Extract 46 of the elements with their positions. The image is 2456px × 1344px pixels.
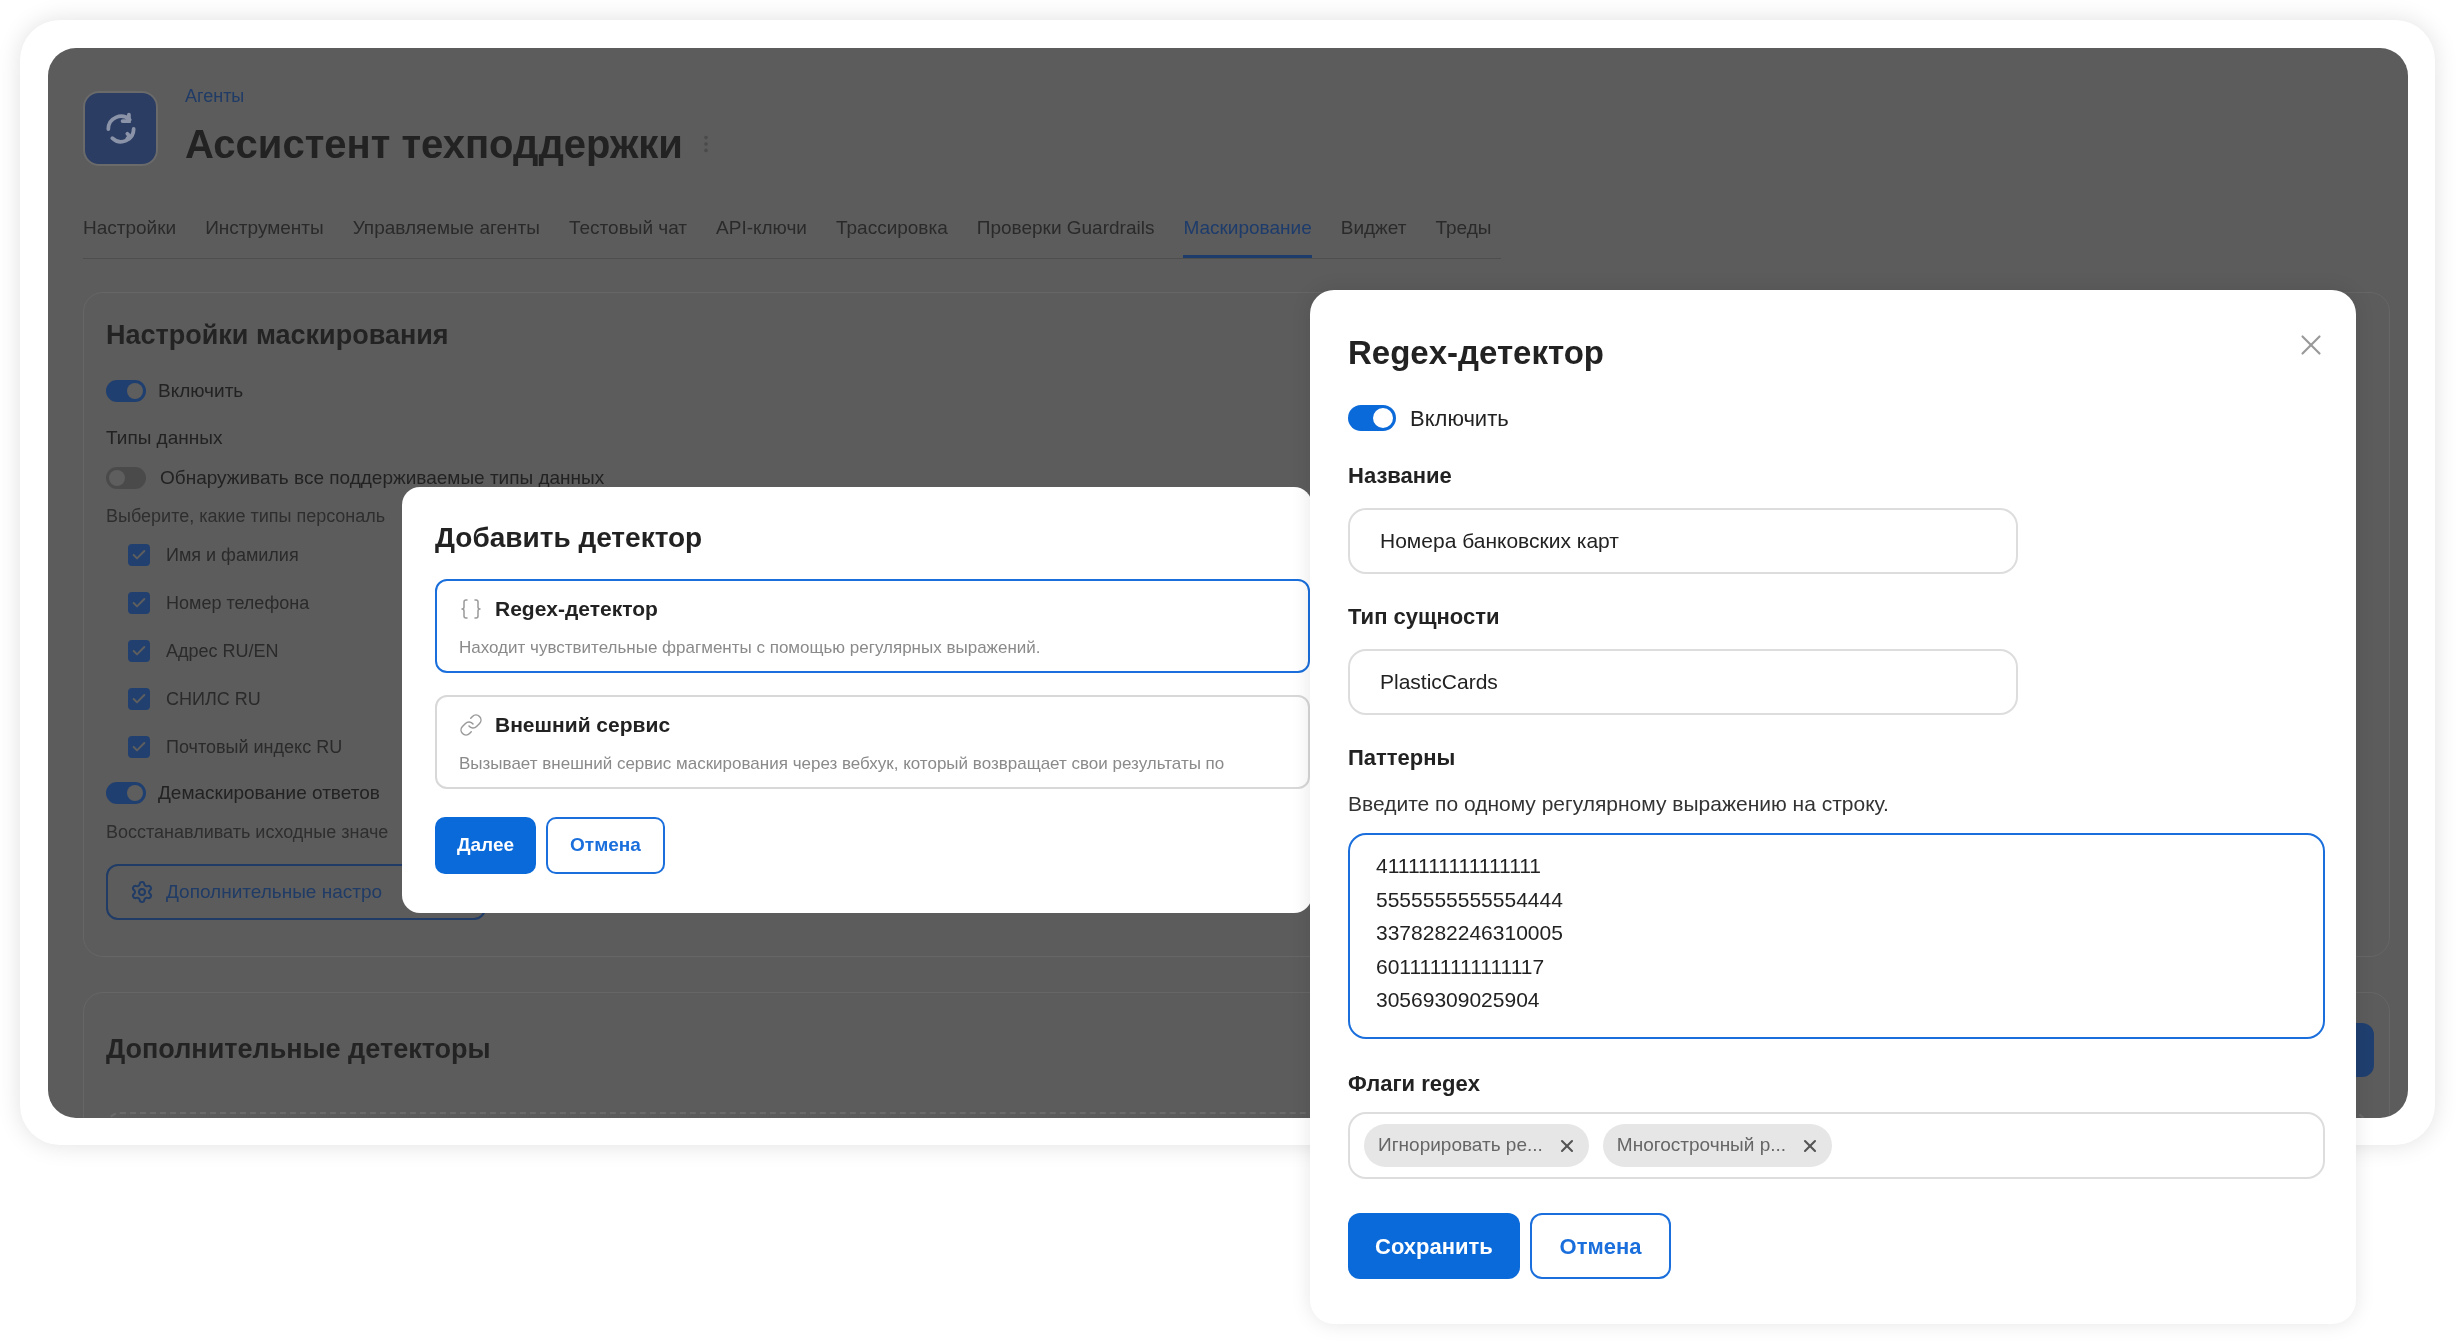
- entity-type-field[interactable]: PlasticCards: [1348, 648, 2018, 715]
- checkbox[interactable]: [128, 544, 150, 566]
- page-title: Ассистент техподдержки: [185, 121, 683, 168]
- toggle-label: Включить: [1410, 404, 1509, 433]
- breadcrumb-link[interactable]: Агенты: [185, 83, 717, 110]
- action-button[interactable]: [2354, 1022, 2374, 1077]
- option-title: Внешний сервис: [495, 712, 671, 738]
- link-icon: [459, 712, 483, 737]
- section-title: Дополнительные детекторы: [106, 1033, 491, 1067]
- save-button[interactable]: Сохранить: [1348, 1213, 1520, 1279]
- detector-option[interactable]: Внешний сервис Вызывает внешний сервис маскирования через вебхук, который возвращает свои результаты по: [435, 695, 1310, 789]
- field-label: Тип сущности: [1348, 602, 1500, 631]
- toggle-label: Включить: [158, 379, 244, 403]
- field-label: Паттерны: [1348, 743, 1456, 772]
- panel-title: Regex-детектор: [1348, 333, 1604, 373]
- cancel-button[interactable]: Отмена: [1530, 1213, 1671, 1279]
- checkbox[interactable]: [128, 592, 150, 614]
- tab[interactable]: Маскирование: [1183, 214, 1312, 258]
- unmask-toggle[interactable]: [106, 781, 146, 804]
- toggle-label: Обнаруживать все поддерживаемые типы данных: [160, 466, 605, 490]
- option-title: Regex-детектор: [495, 596, 658, 622]
- next-button[interactable]: Далее: [435, 817, 537, 874]
- braces-icon: [459, 596, 483, 621]
- section-title: Настройки маскирования: [106, 318, 449, 352]
- patterns-field[interactable]: 4111111111111111 5555555555554444 3378282246310005 6011111111111117 30569309025904: [1348, 833, 2325, 1039]
- checkbox[interactable]: [128, 736, 150, 758]
- checkbox[interactable]: [128, 640, 150, 662]
- enable-toggle[interactable]: [106, 380, 146, 403]
- app-icon: [83, 91, 158, 166]
- option-description: Вызывает внешний сервис маскирования через вебхук, который возвращает свои результаты по: [459, 752, 1226, 775]
- hint-text: Введите по одному регулярному выражению на строку.: [1348, 790, 1889, 817]
- checkbox[interactable]: [128, 688, 150, 710]
- name-field[interactable]: Номера банковских карт: [1348, 507, 2018, 574]
- chip-label: Игнорировать ре...: [1378, 1133, 1543, 1158]
- option-description: Находит чувствительные фрагменты с помощью регулярных выражений.: [459, 636, 1042, 659]
- dialog-title: Добавить детектор: [435, 521, 704, 555]
- enable-toggle[interactable]: [1348, 405, 1396, 431]
- field-label: Типы данных: [106, 425, 223, 450]
- field-label: Флаги regex: [1348, 1070, 1480, 1098]
- chip-label: Многострочный р...: [1616, 1133, 1787, 1158]
- cancel-button[interactable]: Отмена: [546, 817, 665, 874]
- gear-icon: [130, 880, 154, 904]
- detector-option[interactable]: Regex-детектор Находит чувствительные фрагменты с помощью регулярных выражений.: [435, 579, 1310, 673]
- flags-field[interactable]: Игнорировать ре... Многострочный р...: [1348, 1112, 2325, 1179]
- field-label: Название: [1348, 461, 1452, 490]
- toggle-label: Демаскирование ответов: [158, 780, 380, 805]
